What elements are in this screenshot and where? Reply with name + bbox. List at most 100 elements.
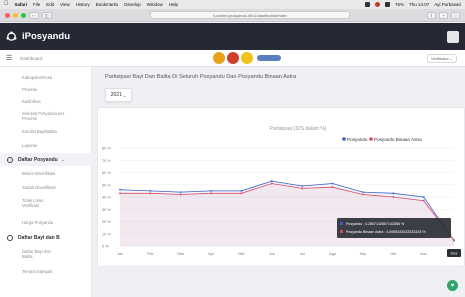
sub-header: ☰ Dashboard Verifikator ⌄ — [0, 50, 465, 67]
new-tab-icon[interactable]: + — [439, 11, 448, 19]
user-name[interactable]: Ayi Purbasari — [434, 2, 461, 7]
x-tick-label: Mar — [177, 252, 184, 256]
sidebar-item-sudah[interactable]: Sudah Diverifikasi — [0, 185, 92, 190]
feedback-icon[interactable]: ♥ — [447, 280, 458, 291]
x-tick-label: Agu — [329, 252, 336, 256]
zoom-window-icon[interactable] — [21, 12, 26, 18]
tabs-overview-icon[interactable]: □ — [451, 11, 460, 19]
sidebar-item-daftar-bayi[interactable]: Daftar Bayi dan Balita — [0, 249, 60, 259]
sidebar-item-kabupaten[interactable]: Kabupaten/Kota — [0, 75, 92, 80]
data-point — [422, 196, 425, 198]
sidebar: Kabupaten/Kota Provinsi Kadin/Kec Sekola… — [0, 67, 92, 297]
chart-card: Partisipasi (D/S dalam %) Posyandu Posyand… — [97, 107, 465, 267]
y-tick-label: 80 % — [102, 147, 111, 151]
breadcrumb[interactable]: Dashboard — [20, 56, 42, 61]
screen:  Safari File Edit View History Bookmark… — [0, 0, 465, 297]
status-record-icon[interactable] — [375, 2, 381, 7]
app-header: iPosyandu — [0, 23, 465, 50]
data-point — [392, 192, 395, 195]
data-point — [331, 182, 334, 185]
sidebar-item-provinsi[interactable]: Provinsi — [0, 87, 92, 92]
data-point — [362, 193, 364, 196]
status-app-icon[interactable] — [365, 2, 371, 7]
sidebar-item-tidak-lolos[interactable]: Tidak Lolos Verifikasi — [0, 198, 60, 208]
gear-icon — [7, 234, 13, 241]
back-forward-icon[interactable]: ‹ › — [29, 11, 39, 19]
status-wifi-icon[interactable] — [385, 2, 391, 7]
year-select[interactable]: 2021 ⌄ — [105, 88, 132, 102]
user-label: Verifikator — [431, 56, 449, 61]
y-tick-label: 40 % — [102, 196, 111, 200]
menu-develop[interactable]: Develop — [124, 2, 141, 7]
gear-icon — [7, 156, 13, 163]
sidebar-item-belum[interactable]: Belum Diverifikasi — [0, 171, 92, 176]
partner-logo-4-icon — [257, 55, 281, 61]
partner-logo-2-icon — [227, 52, 239, 64]
sidebar-item-kadin[interactable]: Kadin/Kec — [0, 99, 92, 104]
data-point — [301, 185, 304, 187]
legend-label-1: Posyandu Binaan Astra — [374, 137, 422, 142]
page-title: Partisipasi Bayi Dan Balita Di Seluruh P… — [105, 74, 297, 80]
user-dropdown[interactable]: Verifikator ⌄ — [427, 54, 457, 63]
partner-logo-3-icon — [241, 52, 253, 64]
share-icon[interactable]: ⇧ — [426, 11, 436, 19]
data-point — [119, 188, 121, 191]
partner-logos — [213, 52, 281, 64]
sidebar-section-posyandu[interactable]: Daftar Posyandu ⌄ — [0, 153, 92, 166]
main-content: Partisipasi Bayi Dan Balita Di Seluruh P… — [92, 67, 465, 297]
x-tick-label: Sep — [360, 252, 367, 256]
data-point — [453, 239, 455, 241]
menu-safari[interactable]: Safari — [15, 2, 28, 7]
menu-bookmarks[interactable]: Bookmarks — [96, 2, 119, 7]
data-point — [119, 192, 121, 195]
year-value: 2021 — [110, 92, 122, 98]
header-menu-icon[interactable] — [447, 30, 459, 43]
sidebar-item-kondisi[interactable]: Kondisi Bayi/Balita — [0, 129, 92, 134]
chart-title: Partisipasi (D/S dalam %) — [270, 126, 327, 132]
legend-marker-0 — [342, 137, 346, 141]
menu-view[interactable]: View — [60, 2, 70, 7]
clock-text: Thu 14.07 — [409, 2, 430, 7]
apple-icon[interactable]:  — [4, 0, 9, 9]
menu-edit[interactable]: Edit — [46, 2, 54, 7]
data-point — [270, 182, 273, 185]
data-point — [149, 189, 152, 192]
battery-percent: 76% — [395, 2, 405, 7]
y-tick-label: 70 % — [102, 159, 111, 163]
iposyandu-logo-icon — [6, 31, 17, 41]
menu-window[interactable]: Window — [147, 2, 163, 7]
menubar-status-area: 76% Thu 14.07 Ayi Purbasari — [365, 2, 461, 7]
sidebar-item-harga[interactable]: Harga Posyandu — [0, 220, 92, 225]
tooltip-box — [337, 218, 451, 238]
chevron-down-icon: ⌄ — [60, 156, 65, 163]
data-point — [210, 189, 212, 192]
url-text: 4.admin.ipospandu.id/v1/dashboard/index — [212, 12, 288, 18]
address-bar[interactable]: 4.admin.ipospandu.id/v1/dashboard/index — [150, 11, 350, 19]
data-point — [210, 192, 212, 195]
chevron-down-icon: ⌄ — [122, 92, 127, 98]
y-tick-label: 30 % — [102, 208, 111, 212]
hamburger-icon[interactable]: ☰ — [6, 54, 16, 62]
app-name[interactable]: iPosyandu — [22, 31, 70, 42]
sidebar-section-label: Daftar Posyandu — [18, 156, 58, 163]
x-tick-label: Feb — [147, 252, 154, 256]
sidebar-item-laporan[interactable]: Laporan — [0, 143, 92, 148]
participation-chart: Partisipasi (D/S dalam %) Posyandu Posyand… — [102, 126, 461, 257]
minimize-window-icon[interactable] — [13, 12, 18, 18]
x-tick-label: Okt — [390, 252, 397, 256]
sidebar-toggle-icon[interactable]: ◫ — [41, 11, 52, 19]
menu-history[interactable]: History — [76, 2, 90, 7]
tooltip-line-0: Posyandu : 4.2857142857142856 % — [346, 222, 405, 226]
tooltip-line-1: Posyandu Binaan Astra : 4.89583333333333… — [346, 230, 426, 234]
close-window-icon[interactable] — [5, 12, 10, 18]
data-point — [240, 192, 243, 195]
menu-file[interactable]: File — [33, 2, 40, 7]
sidebar-section-bayi[interactable]: Daftar Bayi dan B — [0, 231, 92, 244]
sidebar-item-sekolah[interactable]: Sekolah Posyandu per Provinsi — [0, 111, 70, 121]
menu-help[interactable]: Help — [169, 2, 178, 7]
data-point — [392, 196, 395, 198]
data-point — [149, 192, 152, 195]
tooltip-swatch-1 — [340, 230, 343, 233]
x-tick-label: Apr — [208, 252, 215, 256]
sidebar-item-tempat-sampah[interactable]: Tempat Sampah — [0, 269, 92, 274]
